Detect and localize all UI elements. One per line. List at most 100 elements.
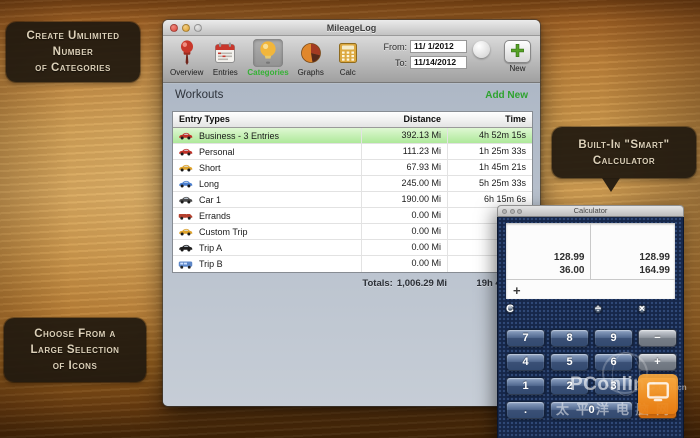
toolbar: Overview Entries Categories Graphs Calc From…: [163, 36, 540, 83]
totals-distance: Totals: 1,006.29 Mi: [172, 278, 447, 289]
calc-button-7[interactable]: 7: [506, 329, 545, 347]
display-operands-column: 128.99 36.00: [506, 223, 591, 279]
column-header-time[interactable]: Time: [447, 112, 532, 127]
close-button[interactable]: [502, 209, 507, 214]
entry-type-label: Errands: [199, 210, 231, 221]
calc-button-subtract[interactable]: −: [638, 329, 677, 347]
to-date-field[interactable]: 11/14/2012: [410, 56, 467, 69]
table-row[interactable]: Errands 0.00 Mi: [173, 208, 532, 224]
calculator-display: 128.99 36.00 128.99 164.99 +: [506, 223, 675, 299]
entry-type-cell: Car 1: [173, 192, 361, 207]
from-label: From:: [383, 41, 408, 52]
toolbar-item-categories[interactable]: Categories: [245, 38, 290, 78]
table-row[interactable]: Personal 111.23 Mi 1h 25m 33s: [173, 144, 532, 160]
yellow-car-icon: [178, 227, 193, 236]
toolbar-item-entries[interactable]: Entries: [208, 38, 242, 78]
lightbulb-icon: [253, 39, 284, 67]
toolbar-item-label: Categories: [247, 68, 289, 77]
entry-distance: 67.93 Mi: [361, 160, 447, 175]
column-header-entry-types[interactable]: Entry Types: [173, 112, 361, 127]
entry-table: Entry Types Distance Time Business - 3 E…: [172, 111, 533, 273]
entry-time: 1h 45m 21s: [447, 160, 532, 175]
calc-button-0[interactable]: 0: [550, 401, 633, 419]
minimize-button[interactable]: [182, 24, 190, 32]
table-row[interactable]: Trip A 0.00 Mi: [173, 240, 532, 256]
table-row[interactable]: Short 67.93 Mi 1h 45m 21s: [173, 160, 532, 176]
table-row[interactable]: Custom Trip 0.00 Mi: [173, 224, 532, 240]
entry-distance: 0.00 Mi: [361, 240, 447, 255]
entry-type-label: Trip B: [199, 259, 223, 269]
close-button[interactable]: [170, 24, 178, 32]
calc-button-5[interactable]: 5: [550, 353, 589, 371]
gray-car-icon: [178, 195, 193, 204]
blue-car-icon: [178, 179, 193, 188]
toolbar-item-label: Graphs: [297, 68, 324, 77]
red-truck-icon: [178, 211, 193, 220]
to-date-row: To: 11/14/2012: [395, 56, 467, 69]
entry-type-cell: Trip B: [173, 256, 361, 272]
from-date-field[interactable]: 11/ 1/2012: [410, 40, 467, 53]
table-row[interactable]: Long 245.00 Mi 5h 25m 33s: [173, 176, 532, 192]
calendar-icon: [210, 39, 240, 67]
entry-time: 4h 52m 15s: [447, 128, 532, 143]
date-stepper-dial[interactable]: [473, 41, 490, 58]
totals-row: Totals: 1,006.29 Mi 19h 43: [172, 278, 533, 289]
calculator-window: Calculator 128.99 36.00 128.99 164.99 + C ÷…: [497, 205, 684, 438]
add-new-link[interactable]: Add New: [485, 90, 528, 101]
entry-type-label: Trip A: [199, 242, 223, 253]
table-row[interactable]: Business - 3 Entries 392.13 Mi 4h 52m 15s: [173, 128, 532, 144]
totals-distance-value: 1,006.29 Mi: [396, 278, 447, 289]
zoom-button[interactable]: [517, 209, 522, 214]
calc-button-6[interactable]: 6: [594, 353, 633, 371]
title-bar: MileageLog: [163, 20, 540, 36]
entry-time: 1h 25m 33s: [447, 144, 532, 159]
calc-button-4[interactable]: 4: [506, 353, 545, 371]
display-value: 128.99: [639, 252, 670, 263]
entry-type-cell: Short: [173, 160, 361, 175]
entry-distance: 0.00 Mi: [361, 256, 447, 272]
zoom-button[interactable]: [194, 24, 202, 32]
calc-button-9[interactable]: 9: [594, 329, 633, 347]
calc-button-8[interactable]: 8: [550, 329, 589, 347]
calculator-title-bar: Calculator: [497, 205, 684, 217]
desktop: Create Umlimited Number of Categories Bu…: [0, 0, 700, 438]
calculator-body: 128.99 36.00 128.99 164.99 + C ÷ × 7 8 9− 4 5 6 +1 2…: [497, 217, 684, 438]
new-button[interactable]: [504, 40, 531, 63]
new-entry: New: [504, 40, 531, 73]
table-row[interactable]: Trip B 0.00 Mi: [173, 256, 532, 272]
yellow-car-icon: [178, 163, 193, 172]
entry-type-cell: Custom Trip: [173, 224, 361, 239]
pie-chart-icon: [296, 39, 326, 67]
callout-icon-selection: Choose From a Large Selection of Icons: [4, 318, 146, 382]
red-car-icon: [178, 147, 193, 156]
callout-line: of Icons: [52, 360, 98, 372]
calc-button-decimal[interactable]: .: [506, 401, 545, 419]
display-value: 128.99: [553, 252, 585, 263]
toolbar-item-overview[interactable]: Overview: [168, 38, 205, 78]
calc-button-2[interactable]: 2: [550, 377, 589, 395]
calc-button-multiply[interactable]: ×: [638, 303, 646, 314]
entry-distance: 0.00 Mi: [361, 208, 447, 223]
calc-button-equals[interactable]: =: [638, 377, 677, 419]
dark-car-icon: [178, 243, 193, 252]
entry-type-label: Car 1: [199, 194, 222, 205]
entry-distance: 0.00 Mi: [361, 224, 447, 239]
calc-button-divide[interactable]: ÷: [594, 303, 602, 314]
entry-type-cell: Business - 3 Entries: [173, 128, 361, 143]
red-car-icon: [178, 131, 193, 140]
minimize-button[interactable]: [509, 209, 515, 214]
window-title: MileageLog: [326, 23, 377, 33]
entry-distance: 392.13 Mi: [361, 128, 447, 143]
calc-button-clear[interactable]: C: [506, 303, 514, 314]
callout-line: Calculator: [592, 154, 656, 167]
entry-distance: 111.23 Mi: [361, 144, 447, 159]
column-header-distance[interactable]: Distance: [361, 112, 447, 127]
calc-button-3[interactable]: 3: [594, 377, 633, 395]
toolbar-item-label: Calc: [339, 68, 356, 77]
callout-create-categories: Create Umlimited Number of Categories: [6, 22, 140, 82]
display-numbers: 128.99 36.00 128.99 164.99: [506, 223, 675, 280]
calc-button-1[interactable]: 1: [506, 377, 545, 395]
table-row[interactable]: Car 1 190.00 Mi 6h 15m 6s: [173, 192, 532, 208]
calc-button-add[interactable]: +: [638, 353, 677, 371]
toolbar-item-graphs[interactable]: Graphs: [294, 38, 328, 78]
